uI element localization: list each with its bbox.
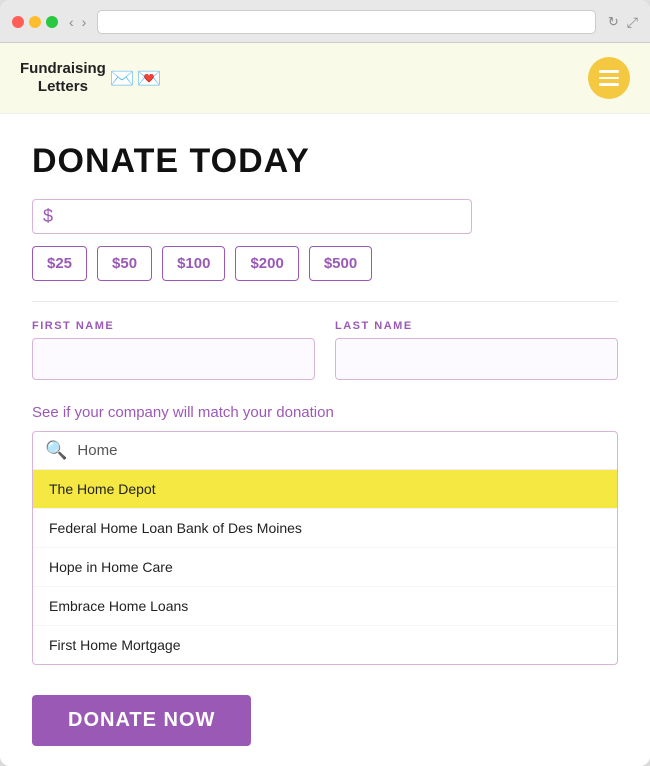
hamburger-menu-button[interactable] — [588, 57, 630, 99]
preset-200[interactable]: $200 — [235, 246, 298, 281]
last-name-input[interactable] — [335, 338, 618, 380]
amount-input[interactable] — [61, 208, 461, 226]
last-name-label: LAST NAME — [335, 320, 618, 332]
address-bar[interactable] — [97, 10, 596, 34]
section-divider — [32, 301, 618, 302]
expand-button[interactable]: ⤢ — [627, 14, 638, 31]
forward-button[interactable]: › — [79, 14, 90, 30]
preset-50[interactable]: $50 — [97, 246, 152, 281]
first-name-label: FIRST NAME — [32, 320, 315, 332]
amount-input-row: $ — [32, 199, 472, 234]
browser-window: ‹ › ↻ ⤢ Fundraising Letters ✉️ 💌 — [0, 0, 650, 766]
company-search-input[interactable] — [77, 442, 605, 459]
preset-500[interactable]: $500 — [309, 246, 372, 281]
page-title: DONATE TODAY — [32, 142, 618, 181]
logo-text: Fundraising Letters — [20, 60, 106, 96]
envelope-icons: ✉️ 💌 — [110, 66, 162, 91]
first-name-input[interactable] — [32, 338, 315, 380]
company-dropdown: The Home Depot Federal Home Loan Bank of… — [33, 470, 617, 664]
traffic-light-green[interactable] — [46, 16, 58, 28]
envelope-icon-2: 💌 — [137, 66, 162, 91]
name-fields-row: FIRST NAME LAST NAME — [32, 320, 618, 380]
company-item-2[interactable]: Hope in Home Care — [33, 548, 617, 587]
traffic-light-yellow[interactable] — [29, 16, 41, 28]
search-icon: 🔍 — [45, 440, 67, 461]
company-match-section: See if your company will match your dona… — [32, 404, 618, 665]
company-item-3[interactable]: Embrace Home Loans — [33, 587, 617, 626]
hamburger-line-2 — [599, 77, 619, 80]
company-search-container: 🔍 The Home Depot Federal Home Loan Bank … — [32, 431, 618, 665]
dollar-sign: $ — [43, 206, 53, 227]
back-button[interactable]: ‹ — [66, 14, 77, 30]
hamburger-line-3 — [599, 83, 619, 86]
company-item-0[interactable]: The Home Depot — [33, 470, 617, 509]
company-item-4[interactable]: First Home Mortgage — [33, 626, 617, 664]
logo-icons: ✉️ 💌 — [110, 66, 162, 91]
traffic-light-red[interactable] — [12, 16, 24, 28]
donate-now-button[interactable]: DONATE NOW — [32, 695, 251, 746]
preset-25[interactable]: $25 — [32, 246, 87, 281]
preset-100[interactable]: $100 — [162, 246, 225, 281]
hamburger-line-1 — [599, 70, 619, 73]
browser-chrome: ‹ › ↻ ⤢ — [0, 0, 650, 43]
traffic-lights — [12, 16, 58, 28]
nav-buttons: ‹ › — [66, 14, 89, 30]
company-search-row: 🔍 — [33, 432, 617, 470]
company-item-1[interactable]: Federal Home Loan Bank of Des Moines — [33, 509, 617, 548]
first-name-group: FIRST NAME — [32, 320, 315, 380]
match-label: See if your company will match your dona… — [32, 404, 618, 421]
last-name-group: LAST NAME — [335, 320, 618, 380]
logo-area: Fundraising Letters ✉️ 💌 — [20, 60, 162, 96]
envelope-icon-1: ✉️ — [110, 66, 135, 91]
reload-button[interactable]: ↻ — [608, 14, 619, 30]
preset-amounts: $25 $50 $100 $200 $500 — [32, 246, 618, 281]
main-content: DONATE TODAY $ $25 $50 $100 $200 $500 FI… — [0, 114, 650, 766]
site-header: Fundraising Letters ✉️ 💌 — [0, 43, 650, 114]
